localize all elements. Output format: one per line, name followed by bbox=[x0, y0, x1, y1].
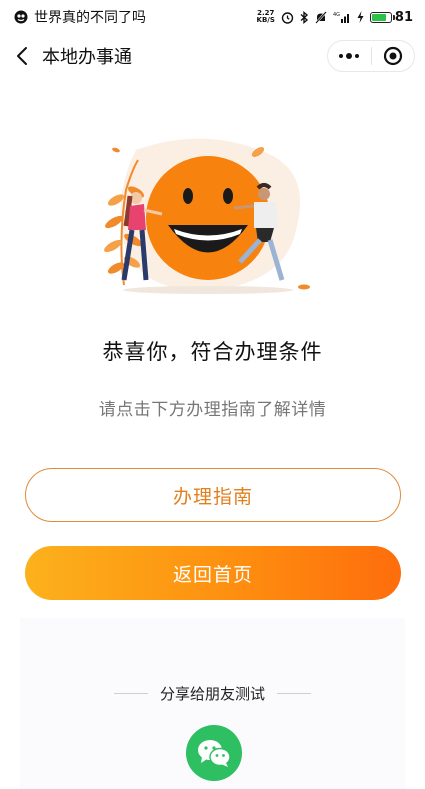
battery-fill bbox=[371, 13, 387, 21]
page-title: 本地办事通 bbox=[42, 47, 132, 68]
target-close-icon bbox=[383, 46, 402, 66]
success-illustration bbox=[104, 138, 310, 294]
wechat-share-button[interactable] bbox=[186, 725, 242, 781]
svg-text:4G: 4G bbox=[333, 12, 340, 18]
bluetooth-icon bbox=[300, 10, 308, 24]
app-notification-icon bbox=[14, 10, 28, 24]
status-right: 2.27 KB/S 4G 81 bbox=[257, 10, 413, 25]
signal-icon: 4G bbox=[333, 12, 349, 23]
more-dots-icon bbox=[339, 54, 344, 58]
battery-indicator: 81 bbox=[369, 9, 413, 25]
charging-icon bbox=[357, 11, 364, 23]
mute-icon bbox=[315, 10, 327, 24]
status-carrier-text: 世界真的不同了吗 bbox=[34, 10, 146, 26]
guide-button[interactable]: 办理指南 bbox=[25, 468, 401, 522]
result-headline: 恭喜你，符合办理条件 bbox=[102, 340, 323, 364]
share-label: 分享给朋友测试 bbox=[159, 685, 265, 703]
smiley-face-icon bbox=[146, 156, 270, 280]
result-subline: 请点击下方办理指南了解详情 bbox=[98, 400, 327, 420]
ground-shadow bbox=[123, 286, 293, 294]
more-dots-icon-center bbox=[346, 53, 353, 59]
close-button[interactable] bbox=[372, 41, 415, 71]
battery-icon bbox=[369, 11, 395, 23]
status-bar: 世界真的不同了吗 2.27 KB/S 4G 81 bbox=[0, 0, 425, 34]
more-button[interactable] bbox=[328, 41, 371, 71]
share-divider-row: 分享给朋友测试 bbox=[0, 683, 425, 704]
status-left: 世界真的不同了吗 bbox=[14, 7, 257, 27]
network-speed-unit: KB/S bbox=[256, 16, 275, 24]
back-button[interactable] bbox=[2, 34, 42, 78]
wechat-icon bbox=[198, 740, 231, 767]
more-dots-icon-right bbox=[355, 54, 360, 58]
network-speed: 2.27 KB/S bbox=[257, 10, 275, 24]
mini-program-capsule bbox=[327, 40, 415, 72]
share-divider-right bbox=[277, 693, 311, 694]
battery-percent: 81 bbox=[394, 9, 413, 25]
battery-cap bbox=[392, 14, 395, 20]
nav-bar: 本地办事通 bbox=[0, 34, 425, 78]
share-divider-left bbox=[113, 693, 148, 694]
alarm-icon bbox=[281, 11, 294, 24]
chevron-left-icon bbox=[17, 47, 27, 65]
home-button[interactable]: 返回首页 bbox=[25, 546, 401, 600]
